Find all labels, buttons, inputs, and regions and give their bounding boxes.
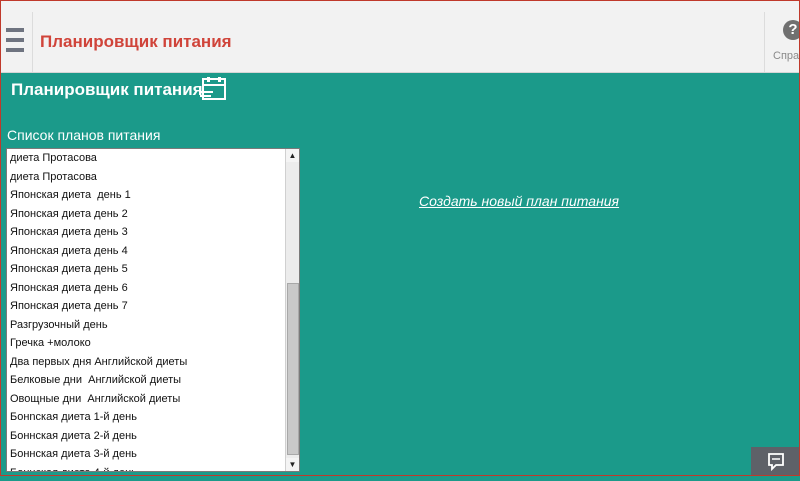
plan-list-item[interactable]: Японская диета день 6 (7, 279, 285, 298)
scroll-down-icon[interactable]: ▼ (286, 458, 299, 471)
app-title: Планировщик питания (40, 32, 232, 51)
menu-button[interactable] (0, 12, 33, 72)
plan-list-item[interactable]: Овощные дни Английской диеты (7, 390, 285, 409)
plan-list-item[interactable]: Японская диета день 5 (7, 260, 285, 279)
plans-list: диета Протасова диета Протасова Японская д… (7, 149, 285, 472)
plan-list-item[interactable]: Японская диета день 7 (7, 297, 285, 316)
plan-list-item[interactable]: диета Протасова (7, 149, 285, 168)
plan-list-item[interactable]: Японская диета день 4 (7, 242, 285, 261)
plan-list-item[interactable]: Японская диета день 1 (7, 186, 285, 205)
plan-list-item[interactable]: Японская диета день 3 (7, 223, 285, 242)
help-icon: ? (783, 20, 800, 40)
create-plan-link[interactable]: Создать новый план питания (419, 193, 619, 209)
chat-icon (768, 453, 784, 472)
plan-list-item[interactable]: Два первых дня Английской диеты (7, 353, 285, 372)
plans-list-label: Список планов питания (7, 127, 161, 143)
plan-list-item[interactable]: Боннская диета 2-й день (7, 427, 285, 446)
chat-button[interactable] (751, 447, 800, 476)
scroll-up-icon[interactable]: ▲ (286, 149, 299, 162)
scroll-thumb[interactable] (287, 283, 299, 455)
help-button[interactable]: ? Спра (764, 12, 800, 72)
plan-list-item[interactable]: Бонnская диета 1-й день (7, 408, 285, 427)
page-title: Планировщик питания (11, 80, 203, 99)
plan-list-item[interactable]: диета Протасова (7, 168, 285, 187)
plan-list-item[interactable]: Боннская диета 4-й день (7, 464, 285, 472)
plan-list-item[interactable]: Японская диета день 2 (7, 205, 285, 224)
help-label: Спра (773, 50, 800, 62)
plan-list-item[interactable]: Боннская диета 3-й день (7, 445, 285, 464)
plan-list-item[interactable]: Гречка +молоко (7, 334, 285, 353)
hamburger-menu-icon (6, 28, 24, 32)
plan-list-item[interactable]: Разгрузочный день (7, 316, 285, 335)
listbox-scrollbar[interactable]: ▲ ▼ (285, 149, 299, 471)
calendar-planner-icon (200, 77, 226, 100)
plans-listbox[interactable]: диета Протасова диета Протасова Японская д… (6, 148, 300, 472)
top-bar: Планировщик питания ? Спра (0, 0, 800, 73)
plan-list-item[interactable]: Белковые дни Английской диеты (7, 371, 285, 390)
